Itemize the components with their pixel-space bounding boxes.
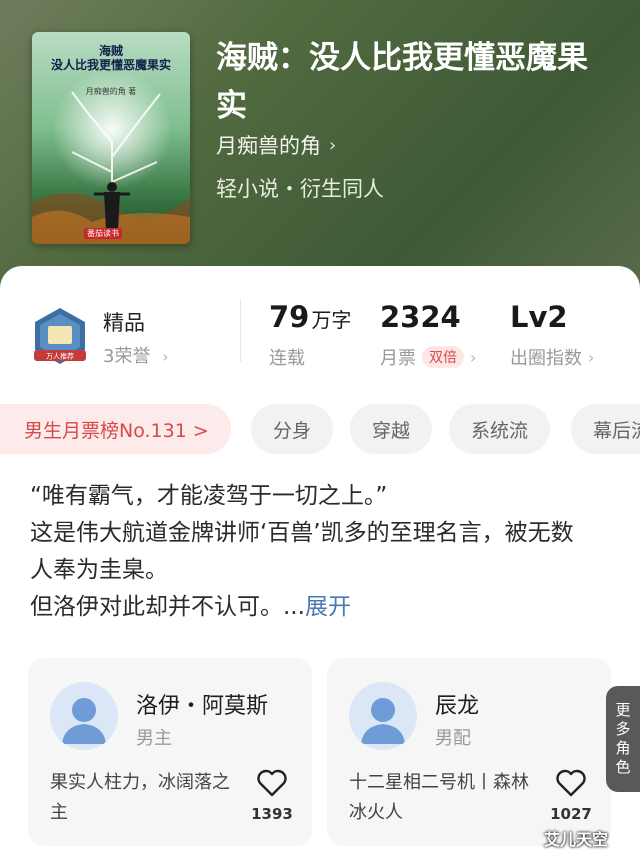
cover-title-line1: 海贼 (98, 44, 123, 58)
character-role: 男配 (435, 728, 471, 749)
popularity-level-label: 出圈指数 (510, 348, 582, 369)
description-line: “唯有霸气，才能凌驾于一切之上。” (30, 483, 388, 509)
word-count-value: 79 (269, 300, 310, 334)
person-icon (361, 698, 405, 744)
character-name: 洛伊・阿莫斯 (136, 694, 269, 719)
monthly-tickets-link[interactable]: 月票 双倍 › (380, 344, 476, 370)
tag-item[interactable]: 系统流 (449, 404, 551, 454)
heart-icon[interactable] (555, 768, 587, 798)
word-count-unit: 万字 (311, 308, 352, 332)
character-card[interactable]: 洛伊・阿莫斯 男主 果实人柱力，冰阔落之主 1393 (28, 658, 312, 846)
chevron-right-icon: › (162, 347, 169, 366)
heart-icon[interactable] (256, 768, 288, 798)
cover-title-line2: 没人比我更懂恶魔果实 (50, 58, 171, 72)
character-card[interactable]: 辰龙 男配 十二星相二号机丨森林冰火人 1027 (327, 658, 611, 846)
chevron-right-icon: › (329, 134, 337, 156)
avatar (349, 682, 417, 750)
book-cover[interactable]: 海贼 没人比我更懂恶魔果实 月痴兽的角 著 番茄读书 (32, 32, 190, 244)
like-count: 1393 (251, 805, 293, 823)
expand-link[interactable]: 展开 (305, 594, 351, 620)
honors-link[interactable]: 3荣誉 › (103, 342, 169, 368)
chevron-right-icon: › (588, 347, 595, 367)
book-title: 海贼：没人比我更懂恶魔果实 (216, 40, 588, 124)
description-line: 但洛伊对此却并不认可。...展开 (30, 589, 590, 626)
stats-divider (240, 300, 241, 362)
cover-publisher: 番茄读书 (84, 228, 122, 239)
popularity-level-value: Lv2 (510, 300, 568, 334)
quality-title: 精品 (103, 311, 145, 335)
tag-row: 男生月票榜No.131 > 分身 穿越 系统流 幕后流 (0, 404, 640, 456)
tag-rank[interactable]: 男生月票榜No.131 > (0, 404, 231, 454)
character-description: 十二星相二号机丨森林冰火人 (349, 772, 529, 823)
character-role: 男主 (136, 728, 172, 749)
chevron-right-icon: › (470, 347, 477, 367)
monthly-tickets-label: 月票 (380, 348, 416, 369)
badge-text: 万人推荐 (46, 352, 74, 361)
word-count: 79 万字 (269, 300, 351, 334)
book-genre: 轻小说・衍生同人 (216, 177, 384, 201)
popularity-level-link[interactable]: 出圈指数 › (510, 344, 594, 370)
monthly-tickets-value: 2324 (380, 300, 461, 334)
tag-item[interactable]: 分身 (251, 404, 334, 454)
double-badge: 双倍 (422, 346, 464, 368)
book-description: “唯有霸气，才能凌驾于一切之上。” 这是伟大航道金牌讲师‘百兽’凯多的至理名言，… (30, 478, 590, 626)
character-name: 辰龙 (435, 694, 480, 719)
like-count: 1027 (550, 805, 592, 823)
description-text: 但洛伊对此却并不认可。... (30, 594, 305, 620)
cover-title: 海贼 没人比我更懂恶魔果实 (32, 44, 190, 72)
more-characters-button[interactable]: 更 多 角 色 (606, 686, 640, 792)
tag-item[interactable]: 幕后流 (571, 404, 640, 454)
more-characters-char: 角 (615, 739, 631, 757)
tag-item[interactable]: 穿越 (350, 404, 433, 454)
more-characters-char: 多 (615, 720, 631, 738)
description-line: 这是伟大航道金牌讲师‘百兽’凯多的至理名言，被无数人奉为圭臬。 (30, 520, 574, 583)
author-link[interactable]: 月痴兽的角 › (216, 130, 336, 160)
cover-author: 月痴兽的角 著 (85, 87, 137, 96)
character-description: 果实人柱力，冰阔落之主 (50, 772, 230, 823)
person-icon (62, 698, 106, 744)
more-characters-char: 色 (615, 758, 631, 776)
status-label: 连载 (269, 348, 305, 369)
avatar (50, 682, 118, 750)
author-name: 月痴兽的角 (216, 134, 321, 158)
honors-count: 3荣誉 (103, 346, 151, 367)
watermark: 艾儿天空 (544, 830, 609, 849)
more-characters-char: 更 (615, 701, 631, 719)
quality-badge-icon[interactable]: 万人推荐 (30, 306, 90, 366)
